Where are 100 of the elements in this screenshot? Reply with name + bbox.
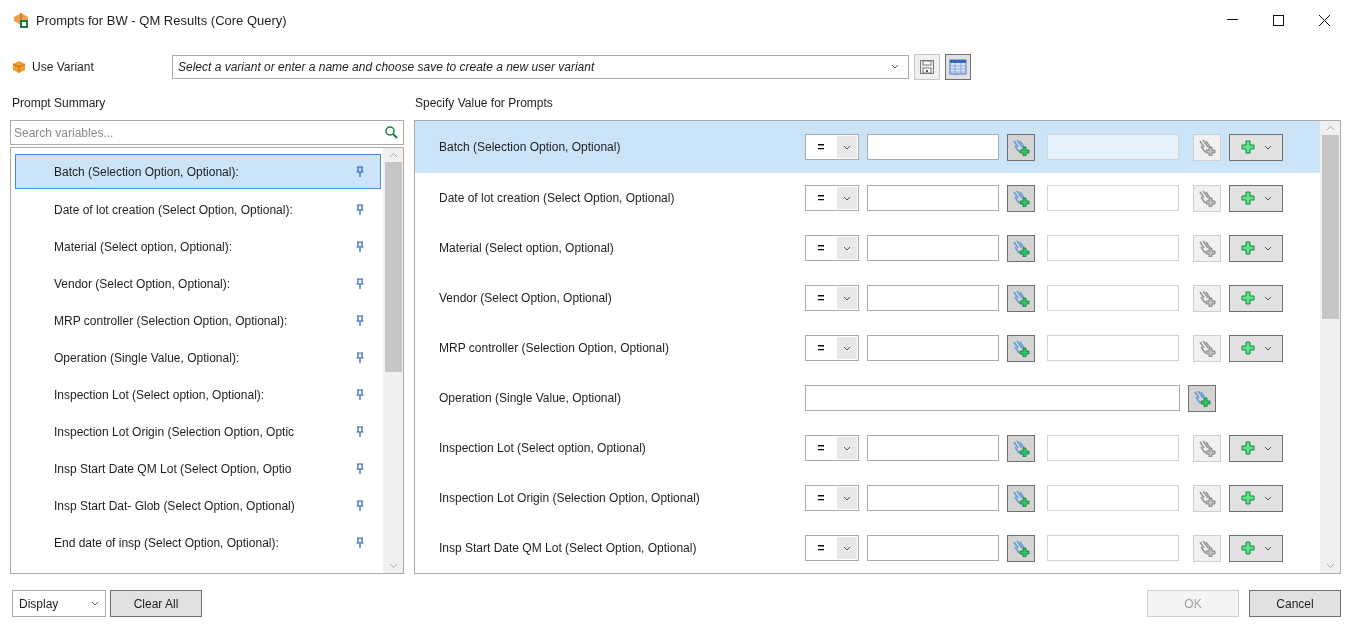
table-button[interactable] bbox=[945, 54, 971, 80]
operator-dropdown[interactable]: = bbox=[805, 535, 859, 561]
low-value-field[interactable] bbox=[867, 134, 999, 160]
prompt-label: Batch (Selection Option, Optional) bbox=[439, 140, 622, 154]
operator-dropdown[interactable]: = bbox=[805, 134, 859, 160]
low-value-field[interactable] bbox=[867, 435, 999, 461]
value-help-button[interactable] bbox=[1007, 284, 1035, 312]
prompt-row[interactable]: Operation (Single Value, Optional) bbox=[415, 373, 1320, 423]
summary-item[interactable]: Vendor (Select Option, Optional): bbox=[15, 265, 381, 302]
cancel-button[interactable]: Cancel bbox=[1249, 590, 1341, 617]
value-field[interactable] bbox=[805, 385, 1180, 411]
pin-icon bbox=[356, 204, 364, 215]
scrollbar[interactable] bbox=[1320, 121, 1340, 573]
low-value-field[interactable] bbox=[867, 485, 999, 511]
chevron-down-icon bbox=[1263, 495, 1272, 501]
summary-item[interactable]: MRP controller (Selection Option, Optional): bbox=[15, 302, 381, 339]
operator-dropdown[interactable]: = bbox=[805, 335, 859, 361]
value-help-button[interactable] bbox=[1007, 534, 1035, 562]
value-help-button[interactable] bbox=[1007, 133, 1035, 161]
low-value-field[interactable] bbox=[867, 185, 999, 211]
high-value-field[interactable] bbox=[1047, 485, 1179, 511]
operator-dropdown[interactable]: = bbox=[805, 185, 859, 211]
clear-all-button[interactable]: Clear All bbox=[110, 590, 202, 617]
high-value-field[interactable] bbox=[1047, 134, 1179, 160]
plus-icon bbox=[1240, 241, 1255, 255]
value-help-icon bbox=[1012, 289, 1030, 307]
summary-item[interactable]: Inspection Lot (Select option, Optional): bbox=[15, 376, 381, 413]
summary-item[interactable]: Material (Select option, Optional): bbox=[15, 228, 381, 265]
add-button[interactable] bbox=[1229, 284, 1283, 312]
prompt-label: Operation (Single Value, Optional) bbox=[439, 391, 622, 405]
prompt-label: Insp Start Date QM Lot (Select Option, Optional) bbox=[439, 541, 698, 555]
value-help-icon bbox=[1193, 389, 1211, 407]
add-button[interactable] bbox=[1229, 184, 1283, 212]
save-button[interactable] bbox=[914, 54, 940, 80]
value-help-button[interactable] bbox=[1007, 334, 1035, 362]
section-heading: Specify Value for Prompts bbox=[415, 96, 553, 112]
prompt-row[interactable]: Batch (Selection Option, Optional) = bbox=[415, 121, 1320, 173]
pin-icon bbox=[356, 241, 364, 252]
low-value-field[interactable] bbox=[867, 535, 999, 561]
variant-combobox[interactable]: Select a variant or enter a name and choose save to create a new user variant bbox=[172, 55, 909, 79]
section-heading: Prompt Summary bbox=[12, 96, 107, 112]
table-icon bbox=[949, 59, 967, 75]
add-button[interactable] bbox=[1229, 334, 1283, 362]
value-help-button[interactable] bbox=[1007, 484, 1035, 512]
prompt-row[interactable]: Inspection Lot (Select option, Optional) = bbox=[415, 423, 1320, 473]
value-help-button[interactable] bbox=[1007, 234, 1035, 262]
summary-item[interactable]: End date of insp (Select Option, Optional): bbox=[15, 524, 381, 561]
summary-item[interactable]: Batch (Selection Option, Optional): bbox=[15, 154, 381, 189]
high-value-field[interactable] bbox=[1047, 535, 1179, 561]
prompt-row[interactable]: Date of lot creation (Select Option, Optional) = bbox=[415, 173, 1320, 223]
operator-dropdown[interactable]: = bbox=[805, 435, 859, 461]
high-value-field[interactable] bbox=[1047, 285, 1179, 311]
search-field[interactable]: Search variables... bbox=[10, 120, 404, 145]
pin-icon bbox=[356, 315, 364, 326]
summary-item[interactable]: Operation (Single Value, Optional): bbox=[15, 339, 381, 376]
cube-icon bbox=[12, 60, 26, 74]
pin-icon bbox=[356, 463, 364, 474]
prompt-row[interactable]: Insp Start Date QM Lot (Select Option, Optional) = bbox=[415, 523, 1320, 573]
prompt-row[interactable]: Vendor (Select Option, Optional) = bbox=[415, 273, 1320, 323]
value-help-icon bbox=[1012, 439, 1030, 457]
prompt-row[interactable]: Inspection Lot Origin (Selection Option, Optional) = bbox=[415, 473, 1320, 523]
add-button[interactable] bbox=[1229, 534, 1283, 562]
prompt-row[interactable]: Material (Select option, Optional) = bbox=[415, 223, 1320, 273]
operator-dropdown[interactable]: = bbox=[805, 235, 859, 261]
pin-icon bbox=[356, 426, 364, 437]
chevron-down-icon bbox=[1263, 144, 1272, 150]
add-button[interactable] bbox=[1229, 484, 1283, 512]
summary-item[interactable]: Inspection Lot Origin (Selection Option, Optic bbox=[15, 413, 381, 450]
chevron-down-icon bbox=[1263, 295, 1272, 301]
chevron-down-icon bbox=[843, 495, 851, 501]
low-value-field[interactable] bbox=[867, 335, 999, 361]
high-value-field[interactable] bbox=[1047, 235, 1179, 261]
scrollbar[interactable] bbox=[383, 148, 403, 573]
operator-dropdown[interactable]: = bbox=[805, 485, 859, 511]
display-dropdown[interactable]: Display bbox=[12, 590, 106, 617]
add-button[interactable] bbox=[1229, 133, 1283, 161]
low-value-field[interactable] bbox=[867, 235, 999, 261]
window-title: Prompts for BW - QM Results (Core Query) bbox=[36, 12, 288, 28]
plus-icon bbox=[1240, 541, 1255, 555]
prompt-label: Vendor (Select Option, Optional) bbox=[439, 291, 613, 305]
high-value-field[interactable] bbox=[1047, 185, 1179, 211]
value-help-button[interactable] bbox=[1007, 434, 1035, 462]
high-value-field[interactable] bbox=[1047, 335, 1179, 361]
prompt-label: Inspection Lot Origin (Selection Option, Optional) bbox=[439, 491, 701, 505]
summary-item[interactable]: Insp Start Date QM Lot (Select Option, Optio bbox=[15, 450, 381, 487]
chevron-down-icon bbox=[843, 144, 851, 150]
summary-item[interactable]: Insp Start Dat- Glob (Select Option, Optional) bbox=[15, 487, 381, 524]
value-help-button[interactable] bbox=[1188, 384, 1216, 412]
add-button[interactable] bbox=[1229, 434, 1283, 462]
high-value-field[interactable] bbox=[1047, 435, 1179, 461]
operator-dropdown[interactable]: = bbox=[805, 285, 859, 311]
low-value-field[interactable] bbox=[867, 285, 999, 311]
summary-item[interactable]: Date of lot creation (Select Option, Optional): bbox=[15, 191, 381, 228]
value-help-button[interactable] bbox=[1007, 184, 1035, 212]
prompt-row[interactable]: MRP controller (Selection Option, Optional) = bbox=[415, 323, 1320, 373]
close-icon bbox=[1318, 14, 1330, 26]
add-button[interactable] bbox=[1229, 234, 1283, 262]
pin-icon bbox=[356, 389, 364, 400]
plus-icon bbox=[1240, 291, 1255, 305]
plus-icon bbox=[1240, 140, 1255, 154]
